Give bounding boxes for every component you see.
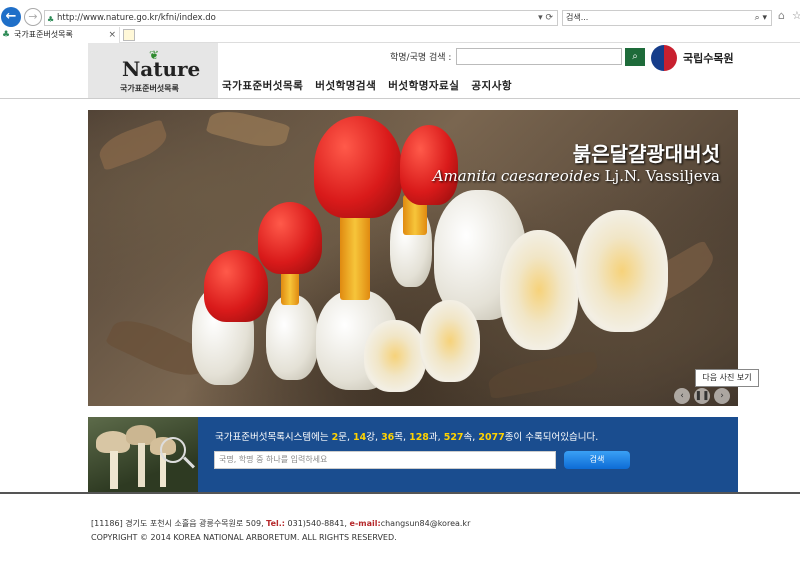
next-photo-tooltip: 다음 사진 보기	[695, 369, 759, 387]
hero-scientific-name: Amanita caesareoides Lj.N. Vassiljeva	[433, 167, 720, 185]
tab-favicon-icon: ♣	[2, 30, 11, 40]
next-slide-button[interactable]: ›	[714, 388, 730, 404]
browser-chrome: ← → ♣ http://www.nature.go.kr/kfni/index…	[0, 0, 800, 44]
count-class: 14	[353, 432, 367, 443]
footer: [11186] 경기도 포천시 소흘읍 광릉수목원로 509, Tel.: 03…	[91, 517, 470, 545]
mushroom-magnifier-image	[88, 417, 198, 493]
prev-slide-button[interactable]: ‹	[674, 388, 690, 404]
forward-icon[interactable]: →	[24, 8, 42, 26]
home-icon[interactable]: ⌂	[778, 9, 785, 22]
footer-copyright: COPYRIGHT © 2014 KOREA NATIONAL ARBORETU…	[91, 533, 397, 542]
search-icon: ⌕	[632, 51, 638, 62]
count-order: 36	[381, 432, 395, 443]
favorites-icon[interactable]: ☆	[792, 9, 800, 22]
author-text: Lj.N. Vassiljeva	[604, 167, 720, 185]
refresh-icon[interactable]: ▾ ⟳	[538, 11, 553, 25]
browser-tab[interactable]: ♣ 국가표준버섯목록 ×	[0, 27, 120, 43]
nav-item-notices[interactable]: 공지사항	[471, 78, 512, 94]
url-text: http://www.nature.go.kr/kfni/index.do	[57, 13, 216, 23]
footer-contact: [11186] 경기도 포천시 소흘읍 광릉수목원로 509, Tel.: 03…	[91, 519, 471, 528]
close-icon[interactable]: ×	[108, 27, 116, 43]
species-search-input[interactable]: 국명, 학명 중 하나를 입력하세요	[214, 451, 556, 469]
search-button[interactable]: ⌕	[625, 48, 645, 66]
hero-korean-name: 붉은달걀광대버섯	[572, 142, 720, 166]
nav-item-mushroom-list[interactable]: 국가표준버섯목록	[222, 78, 303, 94]
org-name[interactable]: 국립수목원	[683, 50, 734, 66]
footer-divider	[0, 492, 800, 494]
pause-slide-button[interactable]: ❚❚	[694, 388, 710, 404]
browser-search-input[interactable]: 검색... ⌕ ▾	[562, 10, 772, 26]
main-nav: 국가표준버섯목록 버섯학명검색 버섯학명자료실 공지사항	[222, 78, 512, 94]
tab-strip: ♣ 국가표준버섯목록 ×	[0, 27, 800, 43]
hero-slideshow[interactable]: 붉은달걀광대버섯 Amanita caesareoides Lj.N. Vass…	[88, 110, 738, 406]
nav-item-name-search[interactable]: 버섯학명검색	[315, 78, 376, 94]
name-search-input[interactable]	[456, 48, 622, 65]
chevron-right-icon: ›	[720, 391, 724, 401]
site-header: ❦ Nature 국가표준버섯목록 학명/국명 검색 : ⌕ 국립수목원 국가표…	[0, 43, 800, 99]
national-arboretum-emblem-icon	[651, 45, 677, 71]
search-icon[interactable]: ⌕ ▾	[755, 11, 767, 25]
scientific-name-text: Amanita caesareoides	[432, 167, 600, 185]
chevron-left-icon: ‹	[680, 391, 684, 401]
magnifier-icon	[160, 437, 186, 463]
search-label: 학명/국명 검색 :	[390, 53, 452, 63]
info-search-band: 국가표준버섯목록시스템에는 2문, 14강, 36목, 128과, 527속, …	[88, 417, 738, 493]
tab-title: 국가표준버섯목록	[14, 30, 73, 39]
count-family: 128	[409, 432, 429, 443]
new-tab-button[interactable]	[123, 29, 135, 41]
address-bar[interactable]: ♣ http://www.nature.go.kr/kfni/index.do …	[44, 10, 558, 26]
pause-icon: ❚❚	[694, 391, 710, 401]
logo-word: Nature	[122, 57, 201, 81]
collection-summary: 국가표준버섯목록시스템에는 2문, 14강, 36목, 128과, 527속, …	[215, 432, 599, 443]
back-icon[interactable]: ←	[1, 7, 21, 27]
footer-email[interactable]: changsun84@korea.kr	[381, 519, 471, 528]
count-species: 2077	[478, 432, 505, 443]
count-genus: 527	[443, 432, 464, 443]
site-favicon-icon: ♣	[47, 15, 55, 24]
nav-item-library[interactable]: 버섯학명자료실	[388, 78, 459, 94]
logo-subtitle: 국가표준버섯목록	[120, 84, 179, 93]
species-search-button[interactable]: 검색	[564, 451, 630, 469]
